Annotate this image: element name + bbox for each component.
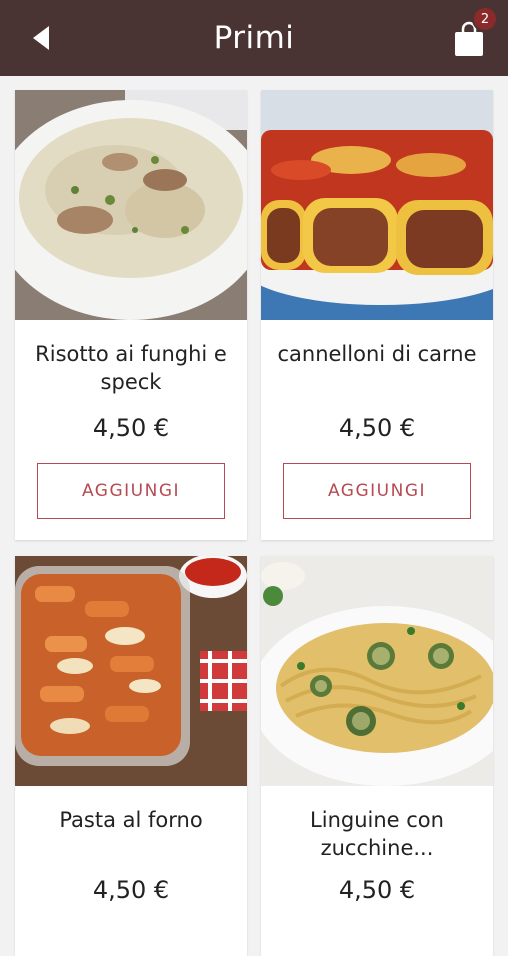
- product-name: Linguine con zucchine...: [310, 808, 444, 860]
- cart-count-badge: 2: [472, 6, 498, 32]
- product-name: Risotto ai funghi e speck: [35, 342, 227, 394]
- product-price: 4,50 €: [338, 414, 416, 442]
- product-image: [261, 556, 493, 786]
- add-to-cart-button[interactable]: AGGIUNGI: [283, 463, 471, 519]
- add-to-cart-button[interactable]: AGGIUNGI: [37, 463, 225, 519]
- product-card[interactable]: Pasta al forno 4,50 €: [15, 556, 247, 956]
- product-image: [15, 556, 247, 786]
- product-card[interactable]: Risotto ai funghi e speck 4,50 € AGGIUNG…: [15, 90, 247, 540]
- product-name: Pasta al forno: [59, 808, 203, 832]
- product-image: [15, 90, 247, 320]
- page-title: Primi: [213, 20, 295, 56]
- product-image: [261, 90, 493, 320]
- product-card[interactable]: cannelloni di carne 4,50 € AGGIUNGI: [261, 90, 493, 540]
- app-bar: Primi 2: [0, 0, 508, 76]
- product-card[interactable]: Linguine con zucchine... 4,50 €: [261, 556, 493, 956]
- product-name: cannelloni di carne: [277, 342, 477, 366]
- product-price: 4,50 €: [92, 414, 170, 442]
